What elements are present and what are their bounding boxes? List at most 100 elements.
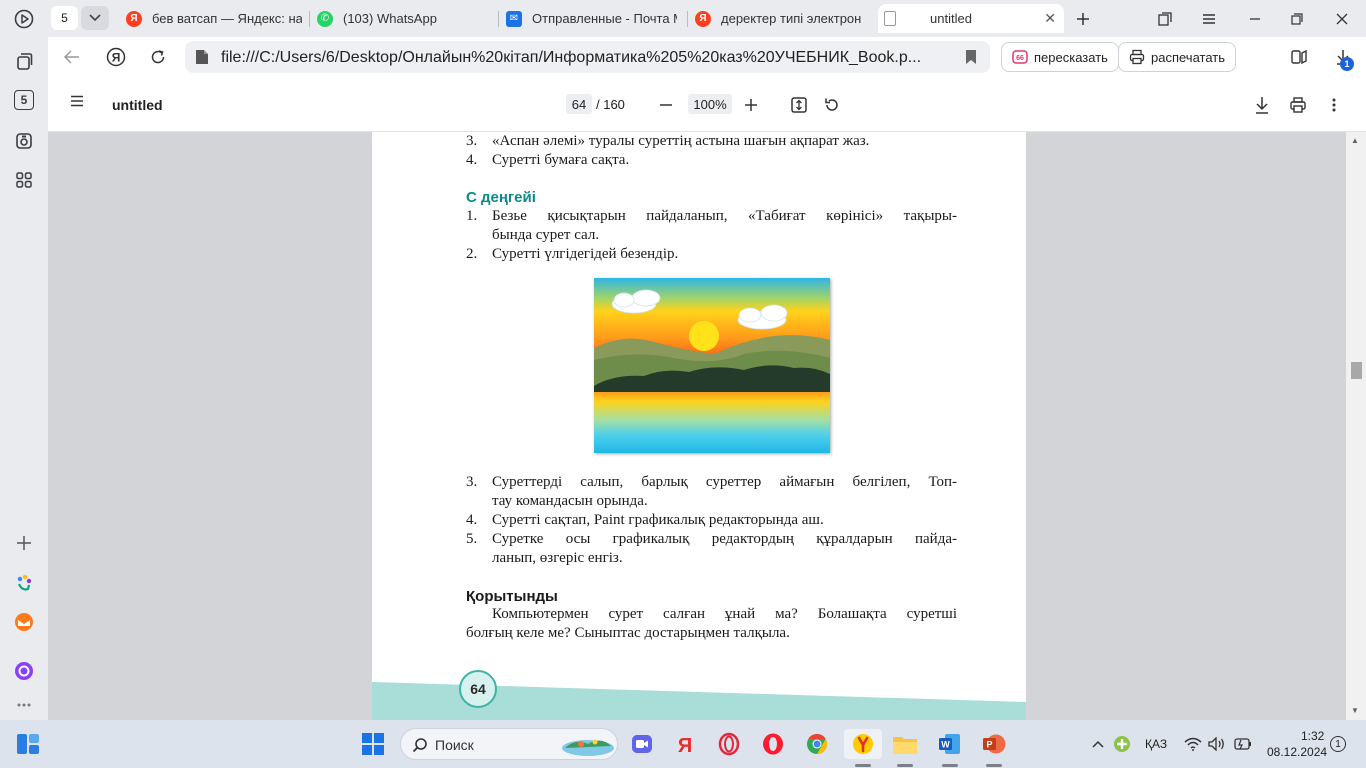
page-total: / 160 bbox=[596, 97, 625, 112]
scroll-down-arrow-icon[interactable]: ▼ bbox=[1351, 706, 1359, 715]
pdf-viewer[interactable]: 3. «Аспан әлемі» туралы суреттің астына … bbox=[48, 132, 1346, 720]
chrome-icon[interactable] bbox=[802, 729, 832, 759]
windows-start-icon[interactable] bbox=[358, 729, 388, 759]
volume-icon[interactable] bbox=[1206, 729, 1228, 759]
tab-label: Отправленные - Почта Mail bbox=[532, 11, 677, 26]
url-text: file:///C:/Users/6/Desktop/Онлайын%20кіт… bbox=[221, 49, 922, 66]
landscape-sunset-image bbox=[594, 278, 830, 453]
paragraph-line: болғың келе ме? Сыныптас достарыңмен тал… bbox=[466, 625, 790, 641]
reading-mode-icon[interactable] bbox=[1287, 45, 1311, 69]
fit-page-icon[interactable] bbox=[788, 94, 810, 116]
list-item-text: Суретті сақтап, Paint графикалық редакто… bbox=[492, 512, 824, 528]
retell-label: пересказать bbox=[1034, 49, 1108, 65]
close-window-icon[interactable] bbox=[1331, 8, 1353, 30]
tab-counter-button[interactable]: 5 bbox=[51, 6, 78, 30]
close-tab-icon[interactable]: ✕ bbox=[1044, 10, 1056, 27]
running-app-indicator bbox=[942, 764, 958, 767]
paragraph-line: Компьютермен сурет салған ұнай ма? Болаш… bbox=[492, 606, 957, 622]
input-language[interactable]: ҚАЗ bbox=[1145, 737, 1167, 751]
video-call-app-icon[interactable] bbox=[627, 729, 657, 759]
new-tab-icon[interactable] bbox=[1072, 8, 1094, 30]
svg-text:P: P bbox=[986, 740, 992, 750]
reload-icon[interactable] bbox=[146, 45, 170, 69]
tray-app-icon[interactable] bbox=[1110, 729, 1134, 759]
list-number: 3. bbox=[466, 474, 478, 490]
print-button[interactable]: распечатать bbox=[1118, 42, 1236, 72]
vertical-scrollbar[interactable]: ▲ ▼ bbox=[1346, 132, 1366, 720]
minimize-icon[interactable] bbox=[1244, 8, 1266, 30]
battery-icon[interactable] bbox=[1230, 729, 1254, 759]
retell-button[interactable]: 66 пересказать bbox=[1001, 42, 1119, 72]
notification-count: 1 bbox=[1330, 736, 1346, 752]
collections-icon[interactable] bbox=[9, 46, 39, 76]
file-explorer-icon[interactable] bbox=[890, 729, 920, 759]
rotate-icon[interactable] bbox=[821, 94, 843, 116]
opera-icon[interactable] bbox=[758, 729, 788, 759]
tab-data-types[interactable]: Я деректер типі электрон bbox=[689, 4, 877, 33]
scrollbar-thumb[interactable] bbox=[1351, 362, 1362, 379]
retell-icon: 66 bbox=[1012, 50, 1028, 64]
tab-yandex-search[interactable]: Я бев ватсап — Яндекс: на bbox=[120, 4, 310, 33]
section-heading-level-c: С деңгейі bbox=[466, 189, 536, 206]
tab-mail[interactable]: ✉ Отправленные - Почта Mail bbox=[500, 4, 688, 33]
tab-untitled-active[interactable]: untitled ✕ bbox=[878, 4, 1064, 33]
address-bar[interactable]: file:///C:/Users/6/Desktop/Онлайын%20кіт… bbox=[185, 41, 990, 73]
alice-assistant-icon[interactable] bbox=[9, 656, 39, 686]
list-item-text: «Аспан әлемі» туралы суреттің астына шағ… bbox=[492, 133, 870, 149]
pdf-download-icon[interactable] bbox=[1251, 94, 1273, 116]
yandex-red-app-icon[interactable]: Я bbox=[670, 729, 700, 759]
pdf-page: 3. «Аспан әлемі» туралы суреттің астына … bbox=[372, 132, 1026, 720]
yandex-browser-taskbar-icon[interactable] bbox=[844, 729, 882, 759]
pdf-print-icon[interactable] bbox=[1287, 94, 1309, 116]
tabs-counter-icon[interactable]: 5 bbox=[9, 85, 39, 115]
hamburger-menu-icon[interactable] bbox=[70, 95, 84, 107]
tabs-dropdown-button[interactable] bbox=[81, 6, 109, 30]
page-number-input[interactable]: 64 bbox=[566, 94, 592, 114]
menu-icon[interactable] bbox=[1198, 8, 1220, 30]
notification-badge[interactable]: 1 bbox=[1328, 734, 1348, 754]
add-icon[interactable] bbox=[9, 528, 39, 558]
tray-chevron-up-icon[interactable] bbox=[1088, 729, 1108, 759]
list-number: 4. bbox=[466, 512, 478, 528]
scroll-up-arrow-icon[interactable]: ▲ bbox=[1351, 136, 1359, 145]
hand-color-icon[interactable] bbox=[9, 568, 39, 598]
wifi-icon[interactable] bbox=[1182, 729, 1204, 759]
taskbar-search-box[interactable]: Поиск bbox=[400, 728, 618, 760]
word-icon[interactable]: W bbox=[935, 729, 965, 759]
screenshot-icon[interactable] bbox=[9, 126, 39, 156]
running-app-indicator bbox=[986, 764, 1002, 767]
svg-text:W: W bbox=[941, 740, 950, 750]
list-item-text: Суретті үлгідегідей безендір. bbox=[492, 246, 679, 262]
zoom-in-icon[interactable] bbox=[740, 94, 762, 116]
browser-sidebar: 5 bbox=[0, 0, 48, 720]
tab-separator bbox=[309, 11, 310, 27]
list-item-text: бында сурет сал. bbox=[492, 227, 600, 243]
clock-date[interactable]: 08.12.2024 bbox=[1267, 745, 1327, 759]
bookmark-icon[interactable] bbox=[964, 49, 978, 65]
tab-manager-icon[interactable] bbox=[1154, 8, 1176, 30]
opera-gx-icon[interactable] bbox=[714, 729, 744, 759]
powerpoint-icon[interactable]: P bbox=[979, 729, 1009, 759]
play-icon[interactable] bbox=[9, 4, 39, 34]
apps-grid-icon[interactable] bbox=[9, 165, 39, 195]
svg-text:Я: Я bbox=[678, 735, 692, 756]
tab-whatsapp[interactable]: ✆ (103) WhatsApp bbox=[311, 4, 499, 33]
yandex-logo-icon[interactable]: Я bbox=[104, 45, 128, 69]
restore-icon[interactable] bbox=[1286, 8, 1308, 30]
tab-counter-label: 5 bbox=[61, 11, 68, 25]
zoom-level-input[interactable]: 100% bbox=[688, 94, 732, 114]
list-number: 4. bbox=[466, 152, 478, 168]
more-vertical-icon[interactable] bbox=[1323, 94, 1345, 116]
printer-icon bbox=[1129, 49, 1145, 65]
more-dots-icon[interactable] bbox=[9, 690, 39, 720]
windows-taskbar: Поиск Я W P ҚАЗ 1:32 08.12.2024 1 bbox=[0, 720, 1366, 768]
mail-envelope-icon[interactable] bbox=[9, 607, 39, 637]
list-item-text: Суретке осы графикалық редактордың құрал… bbox=[492, 531, 957, 547]
zoom-out-icon[interactable] bbox=[655, 94, 677, 116]
list-number: 5. bbox=[466, 531, 478, 547]
page-number-label: 64 bbox=[470, 681, 486, 697]
widgets-icon[interactable] bbox=[13, 729, 43, 759]
tab-strip: 5 Я бев ватсап — Яндекс: на ✆ (103) What… bbox=[48, 0, 1366, 37]
back-arrow-icon[interactable] bbox=[60, 45, 84, 69]
clock-time[interactable]: 1:32 bbox=[1301, 729, 1324, 743]
